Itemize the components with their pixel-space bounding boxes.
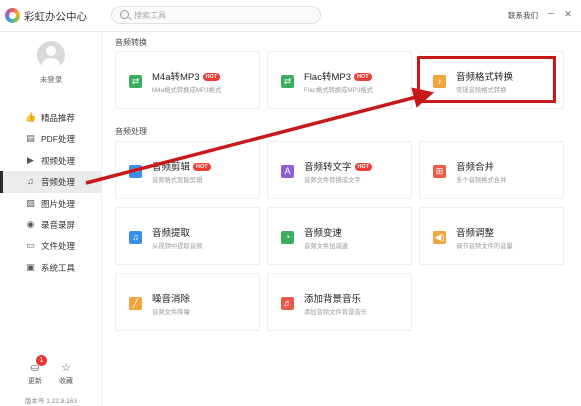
- annotation-arrow: [85, 87, 435, 185]
